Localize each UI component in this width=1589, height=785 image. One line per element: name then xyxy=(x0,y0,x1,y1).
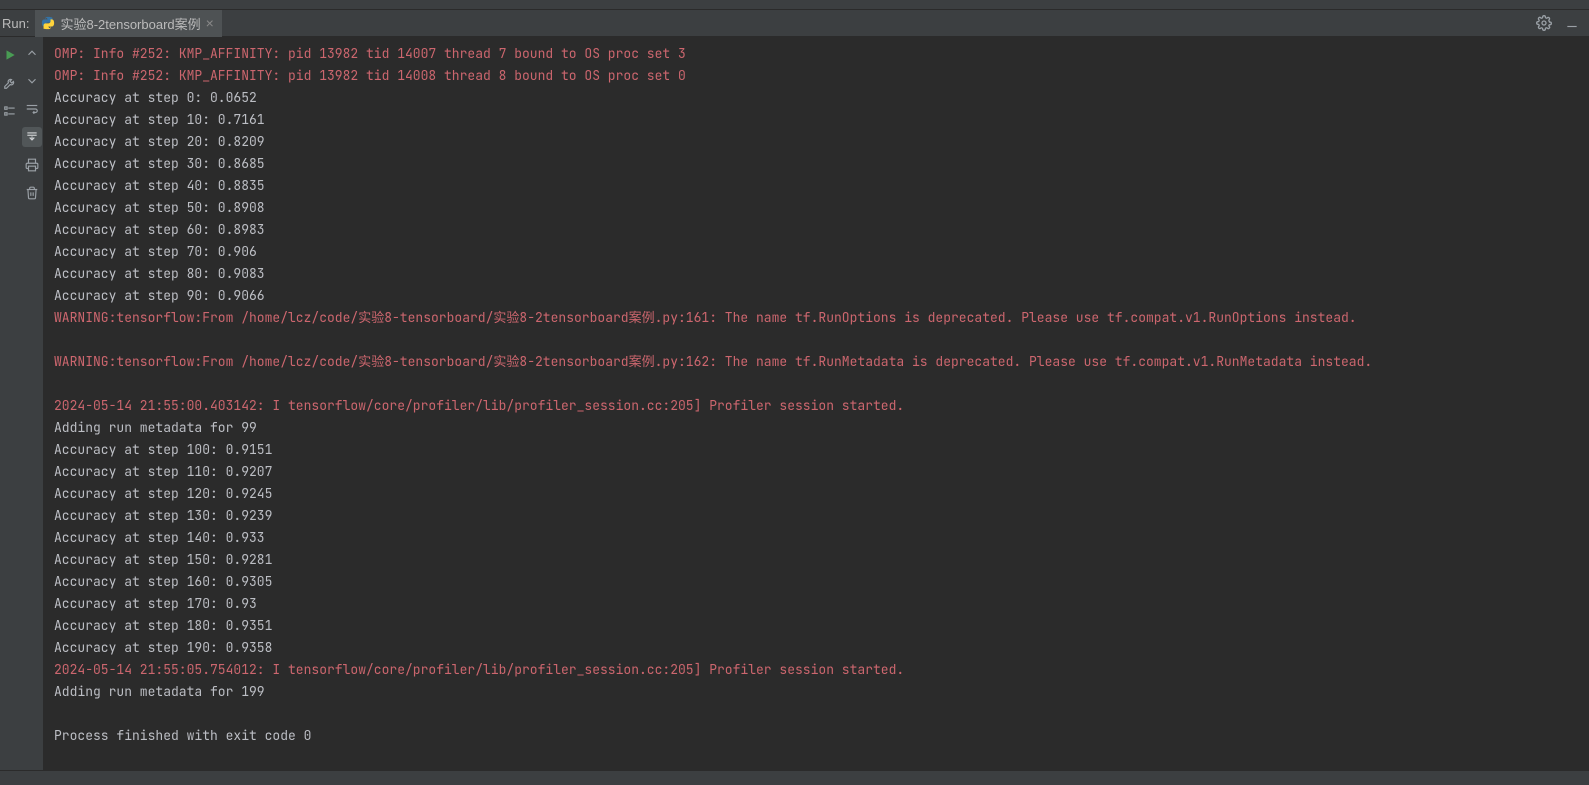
console-line: Accuracy at step 100: 0.9151 xyxy=(54,439,1589,461)
run-toolbar xyxy=(20,37,44,770)
console-line: Accuracy at step 170: 0.93 xyxy=(54,593,1589,615)
down-arrow-icon[interactable] xyxy=(22,71,42,91)
console-line: Process finished with exit code 0 xyxy=(54,725,1589,747)
up-arrow-icon[interactable] xyxy=(22,43,42,63)
console-line: Adding run metadata for 99 xyxy=(54,417,1589,439)
run-main-area: OMP: Info #252: KMP_AFFINITY: pid 13982 … xyxy=(0,37,1589,770)
console-output[interactable]: OMP: Info #252: KMP_AFFINITY: pid 13982 … xyxy=(44,37,1589,770)
console-line: Accuracy at step 180: 0.9351 xyxy=(54,615,1589,637)
run-tab[interactable]: 实验8-2tensorboard案例 × xyxy=(35,10,221,37)
run-label: Run: xyxy=(0,16,35,31)
console-line: Accuracy at step 190: 0.9358 xyxy=(54,637,1589,659)
console-line: 2024-05-14 21:55:05.754012: I tensorflow… xyxy=(54,659,1589,681)
top-spacer xyxy=(0,0,1589,10)
console-line: Accuracy at step 60: 0.8983 xyxy=(54,219,1589,241)
wrench-icon[interactable] xyxy=(0,73,20,93)
console-line: Accuracy at step 50: 0.8908 xyxy=(54,197,1589,219)
console-line: WARNING:tensorflow:From /home/lcz/code/实… xyxy=(54,307,1589,329)
console-line: Accuracy at step 40: 0.8835 xyxy=(54,175,1589,197)
run-tool-header: Run: 实验8-2tensorboard案例 × xyxy=(0,10,1589,37)
console-line: Accuracy at step 150: 0.9281 xyxy=(54,549,1589,571)
console-line: Accuracy at step 80: 0.9083 xyxy=(54,263,1589,285)
status-bar xyxy=(0,770,1589,785)
close-icon[interactable]: × xyxy=(206,16,214,30)
console-line: Accuracy at step 160: 0.9305 xyxy=(54,571,1589,593)
console-line: Accuracy at step 130: 0.9239 xyxy=(54,505,1589,527)
run-header-right xyxy=(1535,14,1589,32)
print-icon[interactable] xyxy=(22,155,42,175)
run-left-gutter xyxy=(0,37,20,770)
structure-icon[interactable] xyxy=(0,101,20,121)
console-line: Accuracy at step 90: 0.9066 xyxy=(54,285,1589,307)
console-line: 2024-05-14 21:55:00.403142: I tensorflow… xyxy=(54,395,1589,417)
python-icon xyxy=(41,16,55,30)
console-line: OMP: Info #252: KMP_AFFINITY: pid 13982 … xyxy=(54,65,1589,87)
console-line: OMP: Info #252: KMP_AFFINITY: pid 13982 … xyxy=(54,43,1589,65)
console-line: Accuracy at step 30: 0.8685 xyxy=(54,153,1589,175)
console-line: Accuracy at step 10: 0.7161 xyxy=(54,109,1589,131)
console-line xyxy=(54,329,1589,351)
console-line: WARNING:tensorflow:From /home/lcz/code/实… xyxy=(54,351,1589,373)
console-line: Accuracy at step 70: 0.906 xyxy=(54,241,1589,263)
run-tab-label: 实验8-2tensorboard案例 xyxy=(60,14,200,33)
console-line: Accuracy at step 0: 0.0652 xyxy=(54,87,1589,109)
console-line: Accuracy at step 20: 0.8209 xyxy=(54,131,1589,153)
console-line: Accuracy at step 120: 0.9245 xyxy=(54,483,1589,505)
rerun-icon[interactable] xyxy=(0,45,20,65)
console-line: Adding run metadata for 199 xyxy=(54,681,1589,703)
scroll-to-end-icon[interactable] xyxy=(22,127,42,147)
minimize-icon[interactable] xyxy=(1563,14,1581,32)
soft-wrap-icon[interactable] xyxy=(22,99,42,119)
trash-icon[interactable] xyxy=(22,183,42,203)
console-line xyxy=(54,373,1589,395)
console-line: Accuracy at step 110: 0.9207 xyxy=(54,461,1589,483)
gear-icon[interactable] xyxy=(1535,14,1553,32)
console-line xyxy=(54,703,1589,725)
console-line: Accuracy at step 140: 0.933 xyxy=(54,527,1589,549)
